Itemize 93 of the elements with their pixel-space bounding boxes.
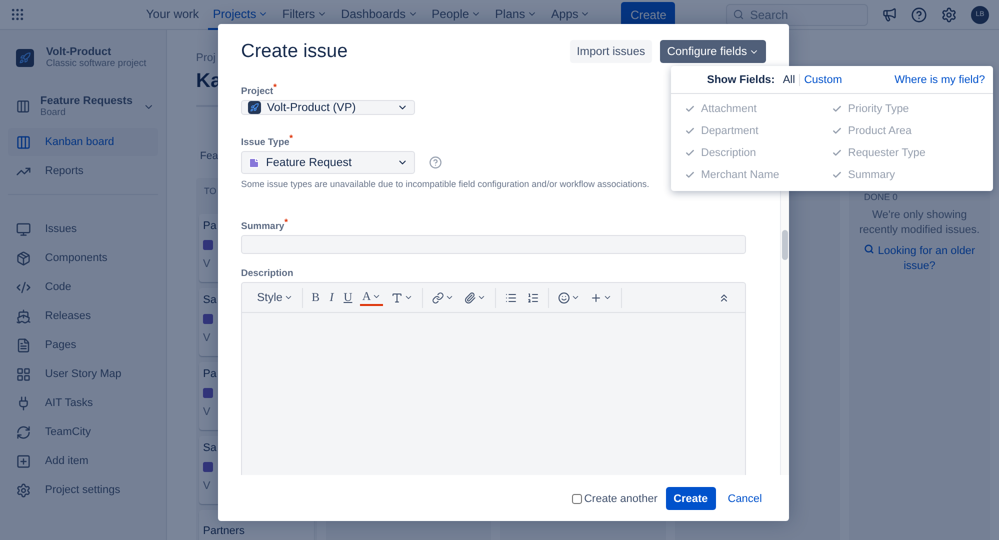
size-icon [390,292,403,304]
project-type: Classic software project [46,58,146,69]
nav-item[interactable]: Dashboards [336,0,423,30]
board-icon [16,134,31,150]
style-menu-button[interactable]: Style [255,292,295,304]
sidebar-item[interactable]: Pages [8,331,158,359]
breadcrumb[interactable]: Proj [196,52,216,64]
sidebar-item[interactable]: Reports [8,157,158,185]
settings-icon [16,482,31,498]
sync-icon [16,424,31,440]
show-fields-option[interactable]: All [778,74,800,86]
project-name: Volt-Product [46,46,112,58]
create-another-label[interactable]: Create another [584,492,658,504]
issue-type-select[interactable]: Feature Request [241,151,415,174]
sidebar-item[interactable]: Project settings [8,476,158,504]
card-title: Pa [203,220,216,232]
attach-icon [464,292,476,304]
recent-issues-message: We're only showing recently modified issues. [858,208,980,238]
issue-type-icon [203,240,213,250]
search-icon [864,244,874,254]
insert-icon [590,292,602,304]
column-header: TO [203,186,216,196]
sidebar-item[interactable]: Components [8,244,158,272]
cancel-link[interactable]: Cancel [724,492,766,504]
nav-item[interactable]: Your work [141,0,204,30]
search-field[interactable]: Search [726,4,868,26]
sidebar-item[interactable]: Releases [8,302,158,330]
emoji-icon [558,292,570,304]
issue-type-icon [203,314,213,324]
board-name[interactable]: Feature Requests [40,95,133,107]
issue-type-icon [203,462,213,472]
search-icon [733,9,744,20]
project-avatar-icon [248,101,261,114]
sidebar-item[interactable]: AIT Tasks [8,389,158,417]
settings-icon[interactable] [941,6,957,22]
add-icon [16,454,31,468]
issue-type-icon [203,388,213,398]
numbers-icon [526,292,539,304]
board-icon [16,99,30,114]
help-icon[interactable] [429,156,442,170]
card-title: Sa [203,442,216,454]
map-icon [16,366,31,382]
issue-key: V [203,480,210,492]
app-switcher-icon[interactable] [10,7,25,22]
card-title: Sa [203,294,216,306]
sidebar-item[interactable]: User Story Map [8,360,158,388]
collapse-icon [718,292,730,304]
sidebar-item[interactable]: Code [8,273,158,301]
issue-key: V [203,332,210,344]
sidebar-item[interactable]: Add item [8,447,158,475]
older-issue-link[interactable]: Looking for an older issue? [858,244,980,274]
italic-button[interactable]: I [328,290,336,306]
nav-item[interactable]: People [426,0,486,30]
releases-icon [16,308,31,324]
issue-key: V [203,406,210,418]
configure-fields-button[interactable]: Configure fields [660,40,766,63]
issue-type-icon [248,156,260,169]
megaphone-icon[interactable] [882,7,897,22]
nav-item[interactable]: Apps [546,0,596,30]
dialog-title: Create issue [241,40,348,62]
issue-type-hint: Some issue types are unavailable due to incompatible field configuration and/or workflow associations. [241,179,650,190]
quick-filter[interactable]: Fea [196,150,218,162]
sidebar-item[interactable]: Issues [8,215,158,243]
show-fields-option[interactable]: Custom [800,74,846,86]
create-another-checkbox[interactable] [572,494,582,504]
nav-item[interactable]: Plans [490,0,542,30]
components-icon [16,250,31,266]
board-label: Board [40,107,67,118]
pages-icon [16,338,31,352]
summary-input[interactable] [241,235,746,254]
plugin-icon [16,396,31,410]
sidebar-item[interactable]: Kanban board [8,128,158,156]
field-label: Description [241,268,294,280]
link-icon [432,292,444,304]
project-avatar-icon [16,48,34,66]
description-editor[interactable]: Style B I U A [241,282,746,475]
issue-key: V [203,258,210,270]
create-button[interactable]: Create [666,487,716,510]
field-help-link[interactable]: Where is my field? [894,74,985,86]
help-icon[interactable] [911,6,927,22]
text-color-button[interactable]: A [360,289,383,306]
code-icon [16,280,31,294]
sidebar-item[interactable]: TeamCity [8,418,158,446]
card-title: Pa [203,368,216,380]
show-fields-label: Show Fields: [707,74,775,86]
column-header: DONE 0 [862,192,898,202]
issues-icon [16,222,31,236]
underline-button[interactable]: U [342,290,354,306]
import-issues-button[interactable]: Import issues [570,40,652,63]
card-title: Partners [203,525,245,537]
nav-item[interactable]: Filters [277,0,332,30]
project-select[interactable]: Volt-Product (VP) [241,100,415,116]
bold-button[interactable]: B [310,290,322,306]
